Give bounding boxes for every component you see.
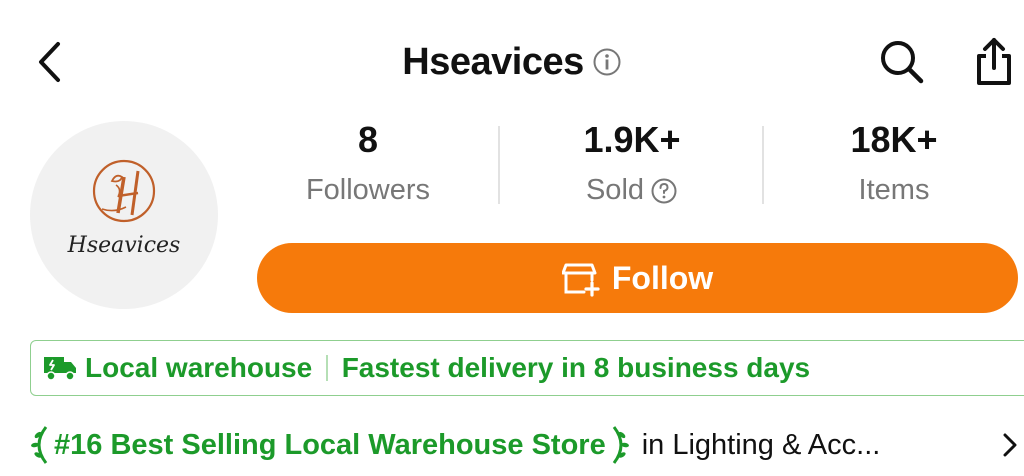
follow-store-icon xyxy=(561,263,600,297)
follow-label: Follow xyxy=(611,259,714,296)
laurel-left-icon xyxy=(31,426,48,464)
delivery-label: Fastest delivery in 8 business days xyxy=(341,352,811,383)
followers-label: Followers xyxy=(305,174,431,206)
share-button[interactable] xyxy=(966,32,1022,92)
stat-items[interactable]: 18K+ Items xyxy=(774,118,1014,207)
items-count: 18K+ xyxy=(850,119,938,160)
warehouse-label: Local warehouse xyxy=(85,352,313,383)
stat-divider xyxy=(498,126,500,204)
ranking-title: #16 Best Selling Local Warehouse Store xyxy=(54,428,606,461)
follow-button[interactable]: Follow xyxy=(257,243,1018,313)
stat-divider xyxy=(762,126,764,204)
search-icon xyxy=(881,41,924,84)
avatar-store-name: Hseavices xyxy=(67,233,181,258)
chevron-right-icon[interactable] xyxy=(1000,430,1020,460)
ranking-category: in Lighting & Acc... xyxy=(641,428,881,461)
share-icon xyxy=(977,38,1011,85)
search-button[interactable] xyxy=(874,34,930,90)
warehouse-banner[interactable]: Local warehouse Fastest delivery in 8 bu… xyxy=(30,340,1024,396)
followers-count: 8 xyxy=(357,119,379,160)
header: Hseavices xyxy=(0,36,1024,88)
sold-count: 1.9K+ xyxy=(583,119,681,160)
sold-label: Sold xyxy=(585,174,645,206)
help-icon[interactable] xyxy=(650,177,678,205)
store-title: Hseavices xyxy=(402,40,584,83)
store-logo-icon xyxy=(92,159,156,223)
ranking-row[interactable]: #16 Best Selling Local Warehouse Store i… xyxy=(30,420,1024,470)
store-avatar[interactable]: Hseavices xyxy=(30,121,218,309)
banner-divider xyxy=(326,355,328,381)
laurel-right-icon xyxy=(612,426,629,464)
stat-followers[interactable]: 8 Followers xyxy=(248,118,488,207)
items-label: Items xyxy=(858,174,930,206)
delivery-truck-icon xyxy=(44,357,76,381)
info-icon[interactable] xyxy=(592,47,622,77)
stat-sold: 1.9K+ Sold xyxy=(512,118,752,207)
